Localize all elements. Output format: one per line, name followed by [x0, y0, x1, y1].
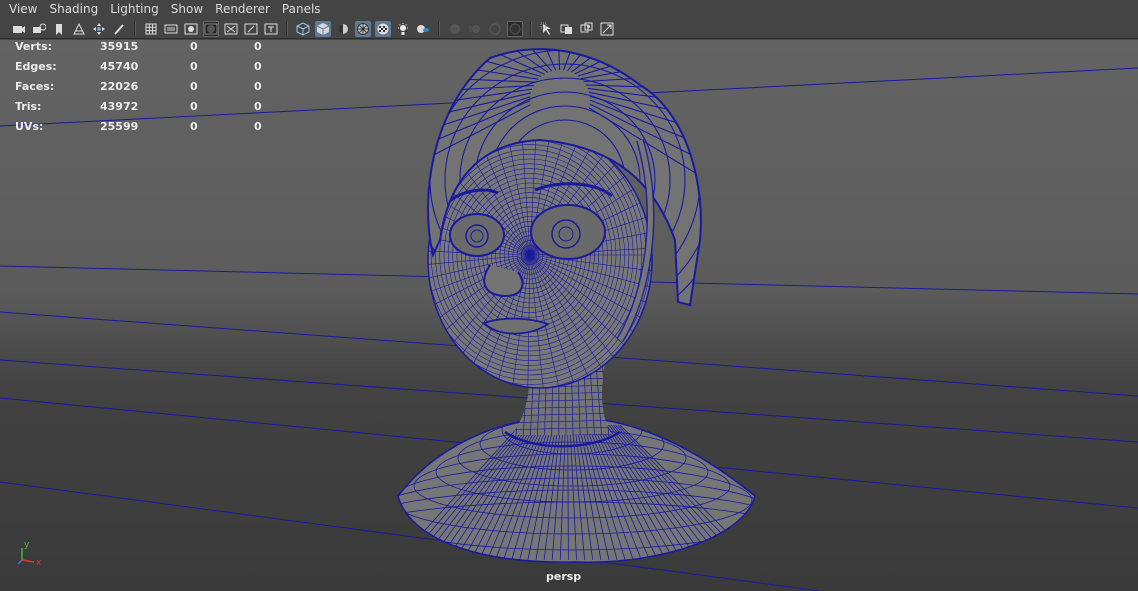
use-all-lights-icon[interactable]: [395, 21, 411, 37]
axis-z-line: [17, 559, 23, 565]
motion-blur-icon[interactable]: [467, 21, 483, 37]
image-plane-icon[interactable]: [71, 21, 87, 37]
2d-pan-zoom-icon[interactable]: [91, 21, 107, 37]
hud-c3: 0: [254, 100, 262, 113]
grease-pencil-icon[interactable]: [111, 21, 127, 37]
menu-shading[interactable]: Shading: [43, 0, 104, 19]
menu-show[interactable]: Show: [165, 0, 209, 19]
hud-label: UVs:: [15, 120, 44, 133]
hud-c2: 0: [190, 80, 198, 93]
camera-name-label: persp: [546, 570, 582, 583]
hud-label: Edges:: [15, 60, 57, 73]
menu-view[interactable]: View: [3, 0, 43, 19]
xray-icon[interactable]: [559, 21, 575, 37]
axis-x-label: x: [36, 558, 42, 568]
right-eye: [530, 204, 606, 260]
hud-c3: 0: [254, 60, 262, 73]
axis-y-label: y: [24, 540, 30, 550]
hud-value: 25599: [100, 120, 139, 133]
safe-action-icon[interactable]: [243, 21, 259, 37]
camera-select-icon[interactable]: [11, 21, 27, 37]
anti-aliasing-icon[interactable]: [487, 21, 503, 37]
menu-renderer[interactable]: Renderer: [209, 0, 276, 19]
wireframe-icon[interactable]: [295, 21, 311, 37]
textured-icon[interactable]: [375, 20, 391, 37]
menu-panels[interactable]: Panels: [276, 0, 327, 19]
toolbar-separator: [530, 21, 532, 36]
toolbar-separator: [286, 21, 288, 36]
safe-title-icon[interactable]: [263, 21, 279, 37]
hud-c2: 0: [190, 120, 198, 133]
hud-value: 43972: [100, 100, 139, 113]
view-axis-indicator: y x: [17, 540, 42, 568]
axis-x-line: [21, 559, 35, 563]
xray-joints-icon[interactable]: [579, 21, 595, 37]
backface-culling-icon[interactable]: [599, 21, 615, 37]
hud-label: Faces:: [15, 80, 55, 93]
hud-c2: 0: [190, 60, 198, 73]
panel-menu-bar: View Shading Lighting Show Renderer Panels: [0, 0, 1138, 19]
panel-toolbar: [0, 19, 1138, 39]
hud-label: Tris:: [15, 100, 42, 113]
bookmark-icon[interactable]: [51, 21, 67, 37]
hud-c2: 0: [190, 40, 198, 53]
grid-icon[interactable]: [143, 21, 159, 37]
isolate-select-icon[interactable]: [539, 21, 555, 37]
wireframe-on-shaded-icon[interactable]: [355, 20, 371, 37]
hud-value: 22026: [100, 80, 139, 93]
camera-attributes-icon[interactable]: [31, 21, 47, 37]
toolbar-separator: [438, 21, 440, 36]
hud-c3: 0: [254, 80, 262, 93]
film-gate-icon[interactable]: [163, 21, 179, 37]
shadows-icon[interactable]: [415, 21, 431, 37]
perspective-viewport[interactable]: Verts: 35915 0 0 Edges: 45740 0 0 Faces: 22026 0 0 T…: [0, 40, 1138, 591]
depth-of-field-icon[interactable]: [507, 20, 523, 37]
hud-c2: 0: [190, 100, 198, 113]
toolbar-separator: [134, 21, 136, 36]
left-eye: [449, 213, 505, 257]
ambient-occlusion-icon[interactable]: [447, 21, 463, 37]
menu-lighting[interactable]: Lighting: [104, 0, 165, 19]
scene-canvas[interactable]: [0, 40, 1138, 591]
hud-value: 45740: [100, 60, 139, 73]
resolution-gate-icon[interactable]: [183, 21, 199, 37]
hud-c3: 0: [254, 40, 262, 53]
field-chart-icon[interactable]: [223, 21, 239, 37]
smooth-shade-icon[interactable]: [315, 20, 331, 37]
hud-value: 35915: [100, 40, 139, 53]
default-material-icon[interactable]: [335, 21, 351, 37]
hud-c3: 0: [254, 120, 262, 133]
hud-label: Verts:: [15, 40, 53, 53]
gate-mask-icon[interactable]: [203, 20, 219, 37]
